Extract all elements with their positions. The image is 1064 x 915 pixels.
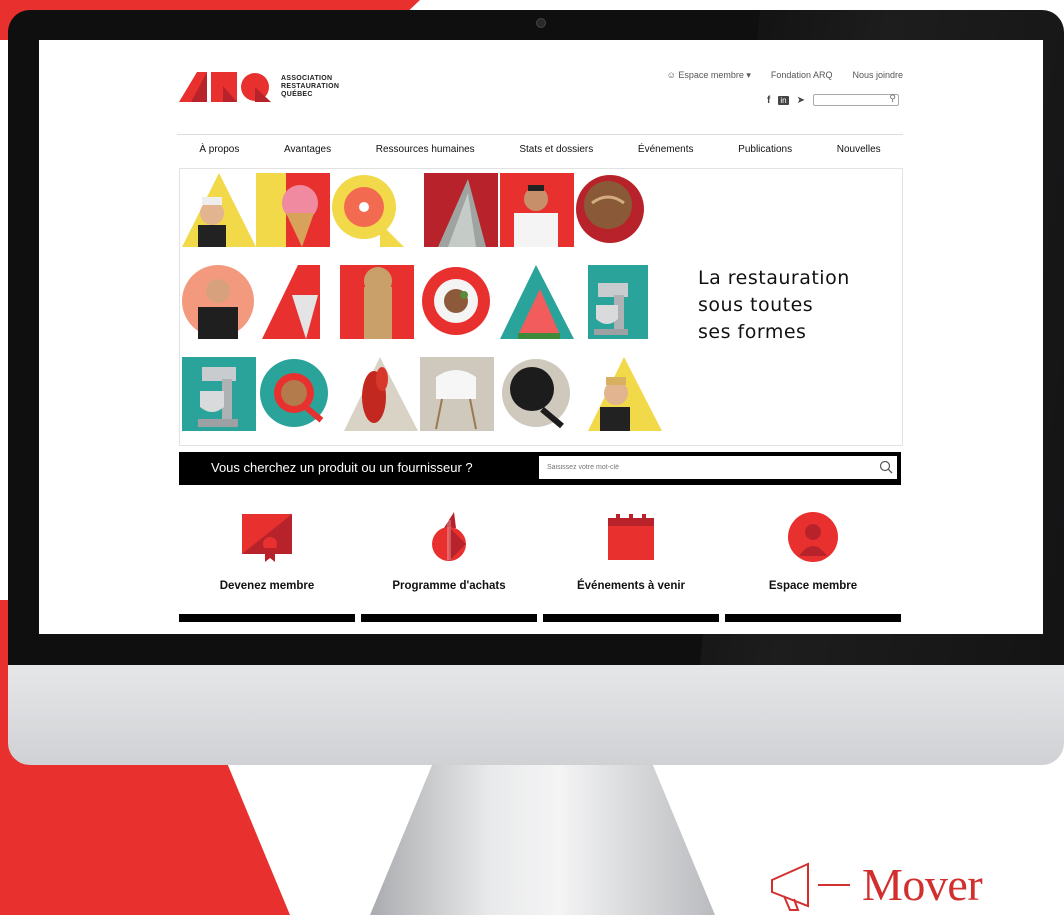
feature-upcoming-events[interactable]: Événements à venir	[543, 510, 719, 622]
nav-item-a-propos[interactable]: À propos	[199, 144, 239, 155]
supplier-search-band: Vous cherchez un produit ou un fournisse…	[179, 452, 901, 485]
dollar-icon	[432, 512, 466, 561]
member-space-label: Espace membre	[678, 70, 744, 80]
bread-tile	[574, 173, 648, 247]
hero-tile-bread	[574, 173, 648, 247]
lobster-tile	[344, 357, 418, 431]
hero-tile-cork	[340, 265, 414, 339]
nav-item-nouvelles[interactable]: Nouvelles	[837, 144, 881, 155]
hero-tile-grapefruit	[330, 173, 404, 247]
monitor-stand	[370, 765, 715, 915]
header-search-input[interactable]: ⚲	[813, 93, 899, 106]
mixer-tile	[574, 265, 648, 339]
watermelon-tile	[500, 265, 574, 339]
logo-line-1: ASSOCIATION	[281, 75, 333, 82]
nav-item-evenements[interactable]: Événements	[638, 144, 694, 155]
chair-tile	[420, 357, 494, 431]
search-icon: ⚲	[889, 93, 896, 103]
arq-logo-text: ASSOCIATION RESTAURATION QUÉBEC	[281, 75, 339, 99]
feature-become-member[interactable]: Devenez membre	[179, 510, 355, 622]
ice-cream-tile	[256, 173, 330, 247]
twitter-icon[interactable]: ➤	[797, 95, 805, 106]
cork-tile	[340, 265, 414, 339]
social-bar: f in ➤ ⚲	[767, 93, 899, 106]
hero-tile-chef-woman	[182, 173, 256, 247]
hero-tile-pan	[500, 357, 574, 431]
hero-tile-cheese	[424, 173, 498, 247]
cake-server-tile	[262, 265, 336, 339]
chef-man-tile	[500, 173, 574, 247]
pan-tile	[500, 357, 574, 431]
feature-bar	[543, 614, 719, 622]
nav-item-stats-et-dossiers[interactable]: Stats et dossiers	[519, 144, 593, 155]
grapefruit-tile	[330, 173, 404, 247]
top-links: ☺ Espace membre ▾ Fondation ARQ Nous joi…	[667, 70, 903, 81]
chevron-down-icon: ▾	[746, 70, 751, 80]
hero-tile-mixer	[574, 265, 648, 339]
chef-apron-tile	[182, 265, 256, 339]
nav-item-publications[interactable]: Publications	[738, 144, 792, 155]
search-icon[interactable]	[879, 460, 893, 474]
mover-logo: Mover	[768, 858, 983, 912]
linkedin-icon[interactable]: in	[778, 95, 789, 105]
hero-line-1: La restauration	[698, 267, 850, 289]
camera-icon	[536, 18, 546, 28]
website: ASSOCIATION RESTAURATION QUÉBEC ☺ Espace…	[173, 48, 903, 634]
hero-tile-lobster	[344, 357, 418, 431]
hero-tile-chef-apron	[182, 265, 256, 339]
hero-tile-chair	[420, 357, 494, 431]
calendar-icon	[608, 514, 654, 560]
megaphone-icon	[771, 862, 850, 911]
hero-banner[interactable]: La restauration sous toutes ses formes	[179, 168, 903, 446]
contact-link[interactable]: Nous joindre	[852, 70, 903, 81]
hero-tile-chef-woman-2	[588, 357, 662, 431]
logo-line-3: QUÉBEC	[281, 91, 313, 98]
foundation-link[interactable]: Fondation ARQ	[771, 70, 833, 81]
nav-item-ressources-humaines[interactable]: Ressources humaines	[376, 144, 475, 155]
member-space-link[interactable]: ☺ Espace membre ▾	[667, 70, 751, 81]
hero-line-2: sous toutes	[698, 294, 814, 316]
supplier-search-label: Vous cherchez un produit ou un fournisse…	[211, 460, 473, 475]
chef-woman-tile	[182, 173, 256, 247]
facebook-icon[interactable]: f	[767, 95, 770, 106]
hero-tile-chef-man	[500, 173, 574, 247]
hero-tagline: La restauration sous toutes ses formes	[698, 265, 850, 346]
feature-bar	[179, 614, 355, 622]
arq-logo[interactable]: ASSOCIATION RESTAURATION QUÉBEC	[179, 72, 339, 102]
certificate-icon	[242, 514, 292, 562]
feature-purchase-program[interactable]: Programme d'achats	[361, 510, 537, 622]
feature-label: Événements à venir	[576, 580, 686, 592]
hero-tile-mixer-yellow	[182, 357, 256, 431]
supplier-search-input[interactable]	[539, 456, 897, 479]
hero-tile-plate	[420, 265, 494, 339]
plate-tile	[420, 265, 494, 339]
hero-tile-ice-cream	[256, 173, 330, 247]
feature-label: Espace membre	[768, 580, 858, 592]
monitor-screen: ASSOCIATION RESTAURATION QUÉBEC ☺ Espace…	[39, 40, 1043, 634]
logo-line-2: RESTAURATION	[281, 83, 340, 90]
feature-bar	[725, 614, 901, 622]
user-icon: ☺	[666, 70, 676, 80]
mover-wordmark: Mover	[862, 859, 983, 910]
hero-tile-watermelon	[500, 265, 574, 339]
feature-label: Devenez membre	[219, 580, 315, 592]
feature-label: Programme d'achats	[392, 580, 506, 592]
member-icon	[788, 512, 838, 562]
main-nav: À propos Avantages Ressources humaines S…	[177, 144, 903, 155]
hero-tile-cake-server	[262, 265, 336, 339]
hero-line-3: ses formes	[698, 321, 807, 343]
cheese-tile	[424, 173, 498, 247]
mixer-yellow-tile	[182, 357, 256, 431]
nav-item-avantages[interactable]: Avantages	[284, 144, 331, 155]
monitor-chin	[8, 665, 1064, 765]
feature-member-space[interactable]: Espace membre	[725, 510, 901, 622]
chef-woman-2-tile	[588, 357, 662, 431]
feature-bar	[361, 614, 537, 622]
hero-tile-coffee	[258, 357, 332, 431]
arq-logo-mark	[179, 72, 271, 102]
coffee-tile	[258, 357, 332, 431]
nav-divider	[177, 134, 903, 135]
